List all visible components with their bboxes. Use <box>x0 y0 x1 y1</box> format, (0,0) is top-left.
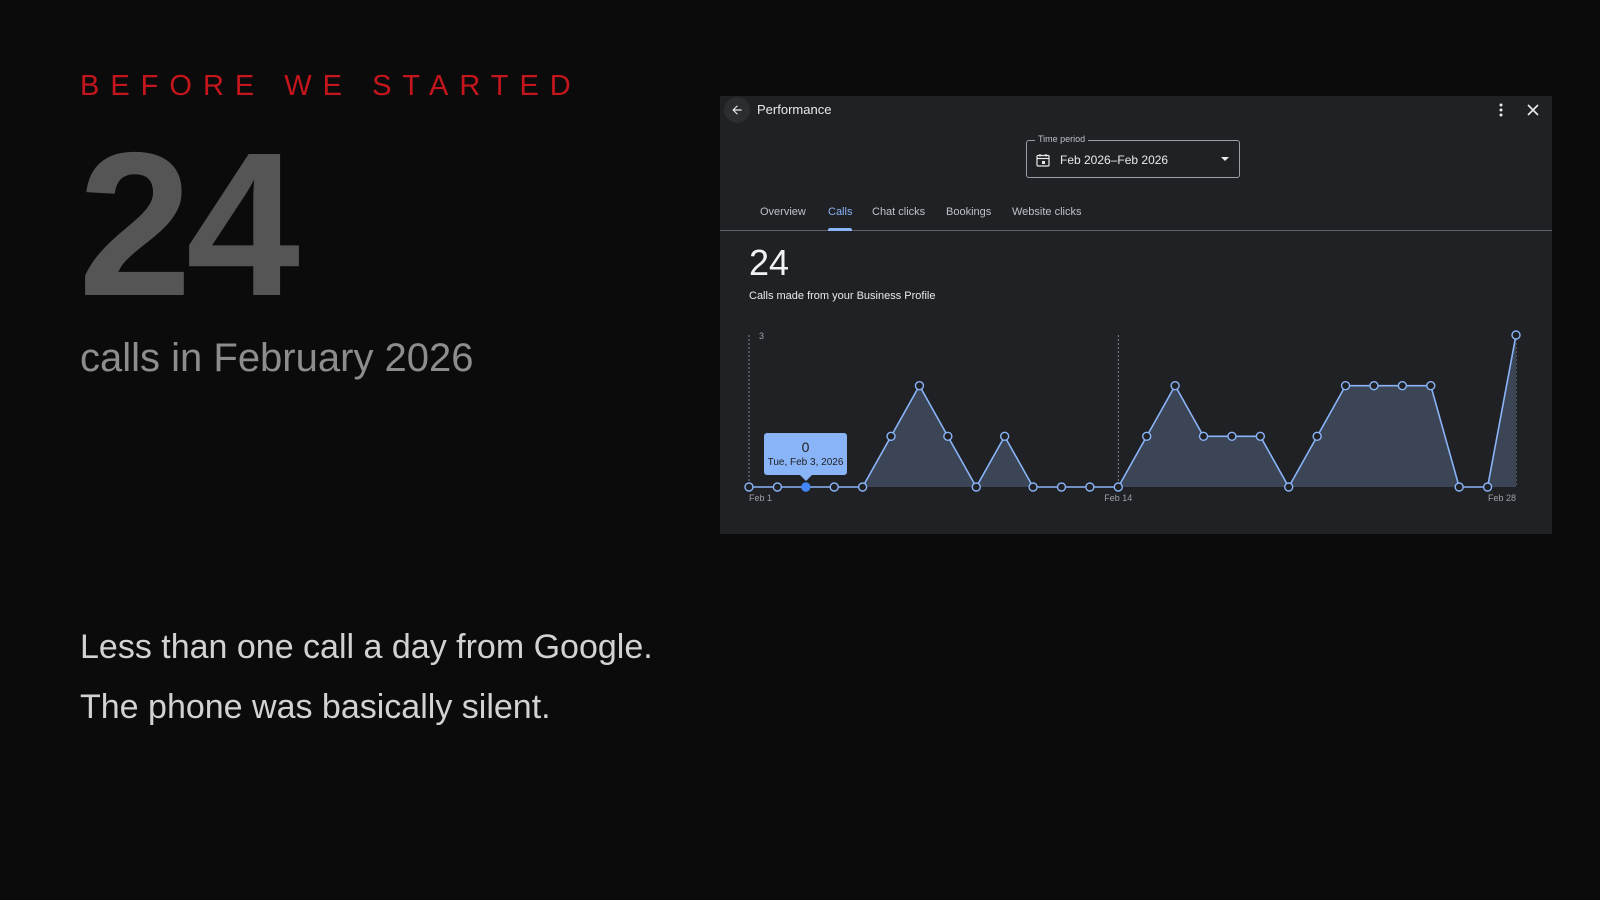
data-point <box>1284 482 1294 492</box>
data-point <box>971 482 981 492</box>
data-point <box>1312 431 1322 442</box>
x-tick-label: Feb 28 <box>1488 493 1516 503</box>
data-point <box>1056 482 1067 492</box>
x-tick-label: Feb 1 <box>749 493 772 503</box>
data-point <box>1397 380 1408 391</box>
chart-area <box>749 335 1516 487</box>
data-point <box>1142 431 1152 442</box>
data-point <box>1369 380 1379 391</box>
data-point <box>1511 330 1521 340</box>
data-point <box>1482 482 1493 492</box>
data-point <box>1426 380 1436 391</box>
data-point <box>1454 482 1464 492</box>
data-point <box>1340 380 1351 391</box>
subline: calls in February 2026 <box>80 336 474 380</box>
data-point <box>857 482 868 492</box>
data-point <box>914 380 925 391</box>
data-point <box>1227 431 1237 442</box>
data-point <box>1085 482 1095 492</box>
body-line-2: The phone was basically silent. <box>80 688 551 726</box>
tooltip-value: 0 <box>801 439 810 455</box>
data-point <box>829 482 839 492</box>
data-point <box>1170 380 1180 391</box>
performance-panel: Performance Time period Feb 2026–Feb 202… <box>720 96 1552 534</box>
data-point <box>943 431 953 442</box>
data-point <box>1198 431 1209 442</box>
data-point <box>886 431 896 442</box>
data-point <box>999 431 1010 442</box>
data-point <box>744 482 754 492</box>
body-line-1: Less than one call a day from Google. <box>80 628 653 666</box>
y-tick-label: 3 <box>759 331 764 341</box>
data-point <box>772 482 783 492</box>
x-tick-label: Feb 14 <box>1104 493 1132 503</box>
data-point <box>1028 482 1038 492</box>
data-point <box>1255 431 1266 442</box>
data-point <box>1113 482 1123 492</box>
tooltip-date: Tue, Feb 3, 2026 <box>767 457 844 468</box>
eyebrow-label: BEFORE WE STARTED <box>80 70 582 102</box>
data-point <box>801 482 811 492</box>
big-number: 24 <box>78 110 300 339</box>
chart-tooltip: 0 Tue, Feb 3, 2026 <box>764 433 847 481</box>
